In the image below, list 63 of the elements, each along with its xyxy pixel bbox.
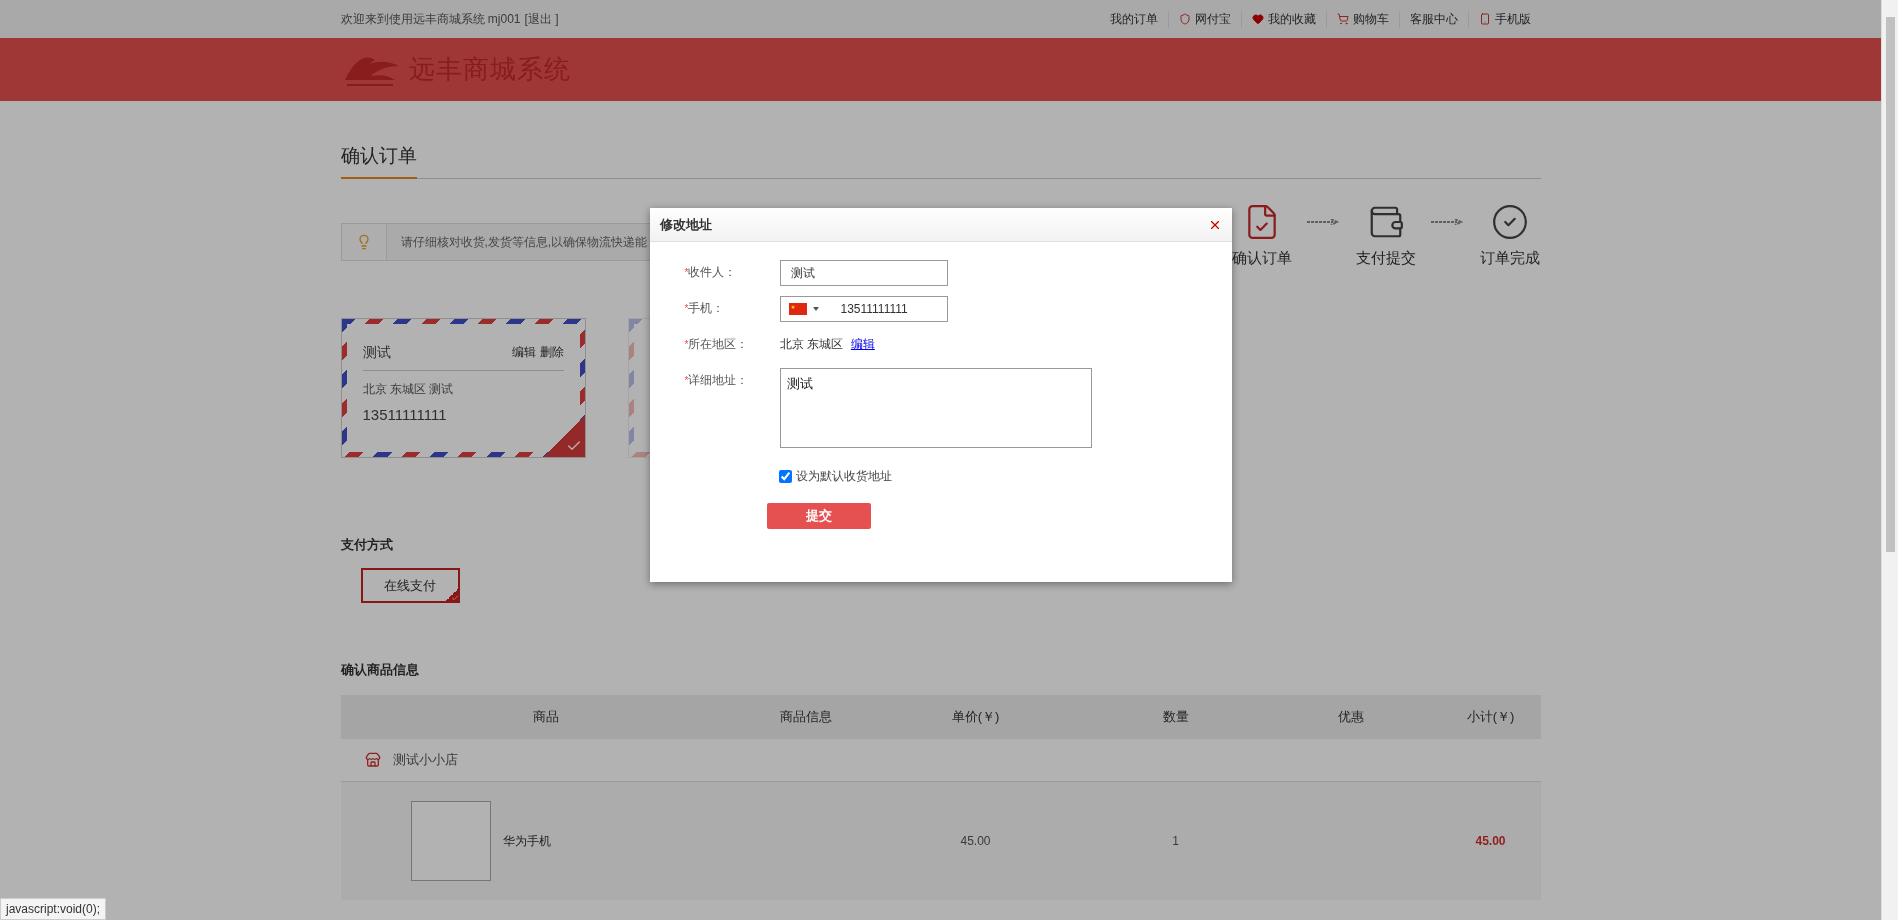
phone-text: 13511111111 — [362, 406, 448, 423]
column-header: 小计(￥) — [1465, 708, 1516, 726]
dialog-title: 修改地址 — [659, 215, 712, 234]
region-text: 北京 东城区 — [779, 336, 843, 353]
checkbox-label: 设为默认收货地址 — [795, 468, 892, 485]
top-nav-link[interactable]: 手机版 — [1467, 10, 1541, 28]
top-nav-link[interactable]: 购物车 — [1325, 10, 1399, 28]
address-text: 北京 东城区 测试 — [362, 381, 455, 398]
welcome-text: 欢迎来到使用远丰商城系统 mj001 — [340, 10, 521, 28]
card-action-link[interactable]: 删除 — [539, 344, 564, 362]
column-header: 优惠 — [1336, 708, 1365, 726]
top-nav-link[interactable]: 我的订单 — [1099, 10, 1168, 28]
step-label: 支付提交 — [1355, 249, 1416, 268]
phone-icon — [1478, 13, 1491, 25]
subtotal-cell-text: 45.00 — [1474, 834, 1507, 848]
page-title: 确认订单 — [340, 143, 417, 179]
section-title: 确认商品信息 — [340, 661, 419, 679]
required-mark: * — [684, 339, 689, 350]
recipient-input[interactable]: 测试 — [779, 260, 948, 286]
required-mark: * — [684, 267, 689, 278]
store-icon — [364, 752, 381, 768]
shop-name: 测试小小店 — [392, 751, 458, 769]
required-mark: * — [684, 303, 689, 314]
field-label: 手机： — [688, 301, 725, 315]
caret-icon — [812, 307, 819, 311]
step-label: 订单完成 — [1479, 249, 1540, 268]
default-checkbox[interactable] — [778, 470, 792, 483]
broken-image-icon — [410, 801, 491, 881]
edit-region-link[interactable]: 编辑 — [850, 336, 875, 353]
cart-icon — [1336, 13, 1349, 25]
column-header: 数量 — [1161, 708, 1190, 726]
heart-icon — [1251, 13, 1264, 25]
step-label: 确认订单 — [1231, 249, 1292, 268]
column-header: 商品 — [531, 708, 560, 726]
section-title: 支付方式 — [340, 536, 393, 554]
payment-option[interactable]: 在线支付 — [360, 568, 460, 603]
flag-icon — [788, 303, 807, 315]
logout-link[interactable]: [退出 ] — [524, 10, 559, 28]
field-label: 收件人： — [688, 265, 737, 279]
phone-field[interactable]: 13511111111 — [779, 296, 948, 322]
recipient-name: 测试 — [362, 344, 391, 362]
top-nav-link[interactable]: 网付宝 — [1167, 10, 1241, 28]
status-bar: javascript:void(0); — [0, 898, 107, 920]
column-header: 商品信息 — [778, 708, 833, 726]
field-label: 详细地址： — [688, 373, 749, 387]
column-header: 单价(￥) — [950, 708, 1001, 726]
required-mark: * — [684, 375, 689, 386]
address-textarea[interactable]: 测试 — [779, 368, 1092, 448]
address-card[interactable]: 测试 编辑 删除 北京 东城区 测试 13511111111 — [340, 318, 586, 458]
field-label: 所在地区： — [688, 337, 749, 351]
submit-button[interactable]: 提交 — [766, 503, 871, 529]
top-nav-link[interactable]: 我的收藏 — [1240, 10, 1326, 28]
shield-icon — [1178, 13, 1191, 25]
product-name: 华为手机 — [502, 832, 551, 850]
top-nav-link[interactable]: 客服中心 — [1398, 10, 1468, 28]
dotted-arrow-icon — [1306, 219, 1341, 225]
scrollbar-thumb[interactable] — [1885, 17, 1895, 552]
tip-text: 请仔细核对收货,发货等信息,以确保物流快递能 — [399, 233, 648, 251]
dotted-arrow-icon — [1430, 219, 1465, 225]
price-cell-text: 45.00 — [959, 834, 992, 848]
check-circle-icon — [1490, 203, 1529, 241]
card-action-link[interactable]: 编辑 — [511, 344, 536, 362]
quantity-cell-text: 1 — [1171, 834, 1180, 848]
